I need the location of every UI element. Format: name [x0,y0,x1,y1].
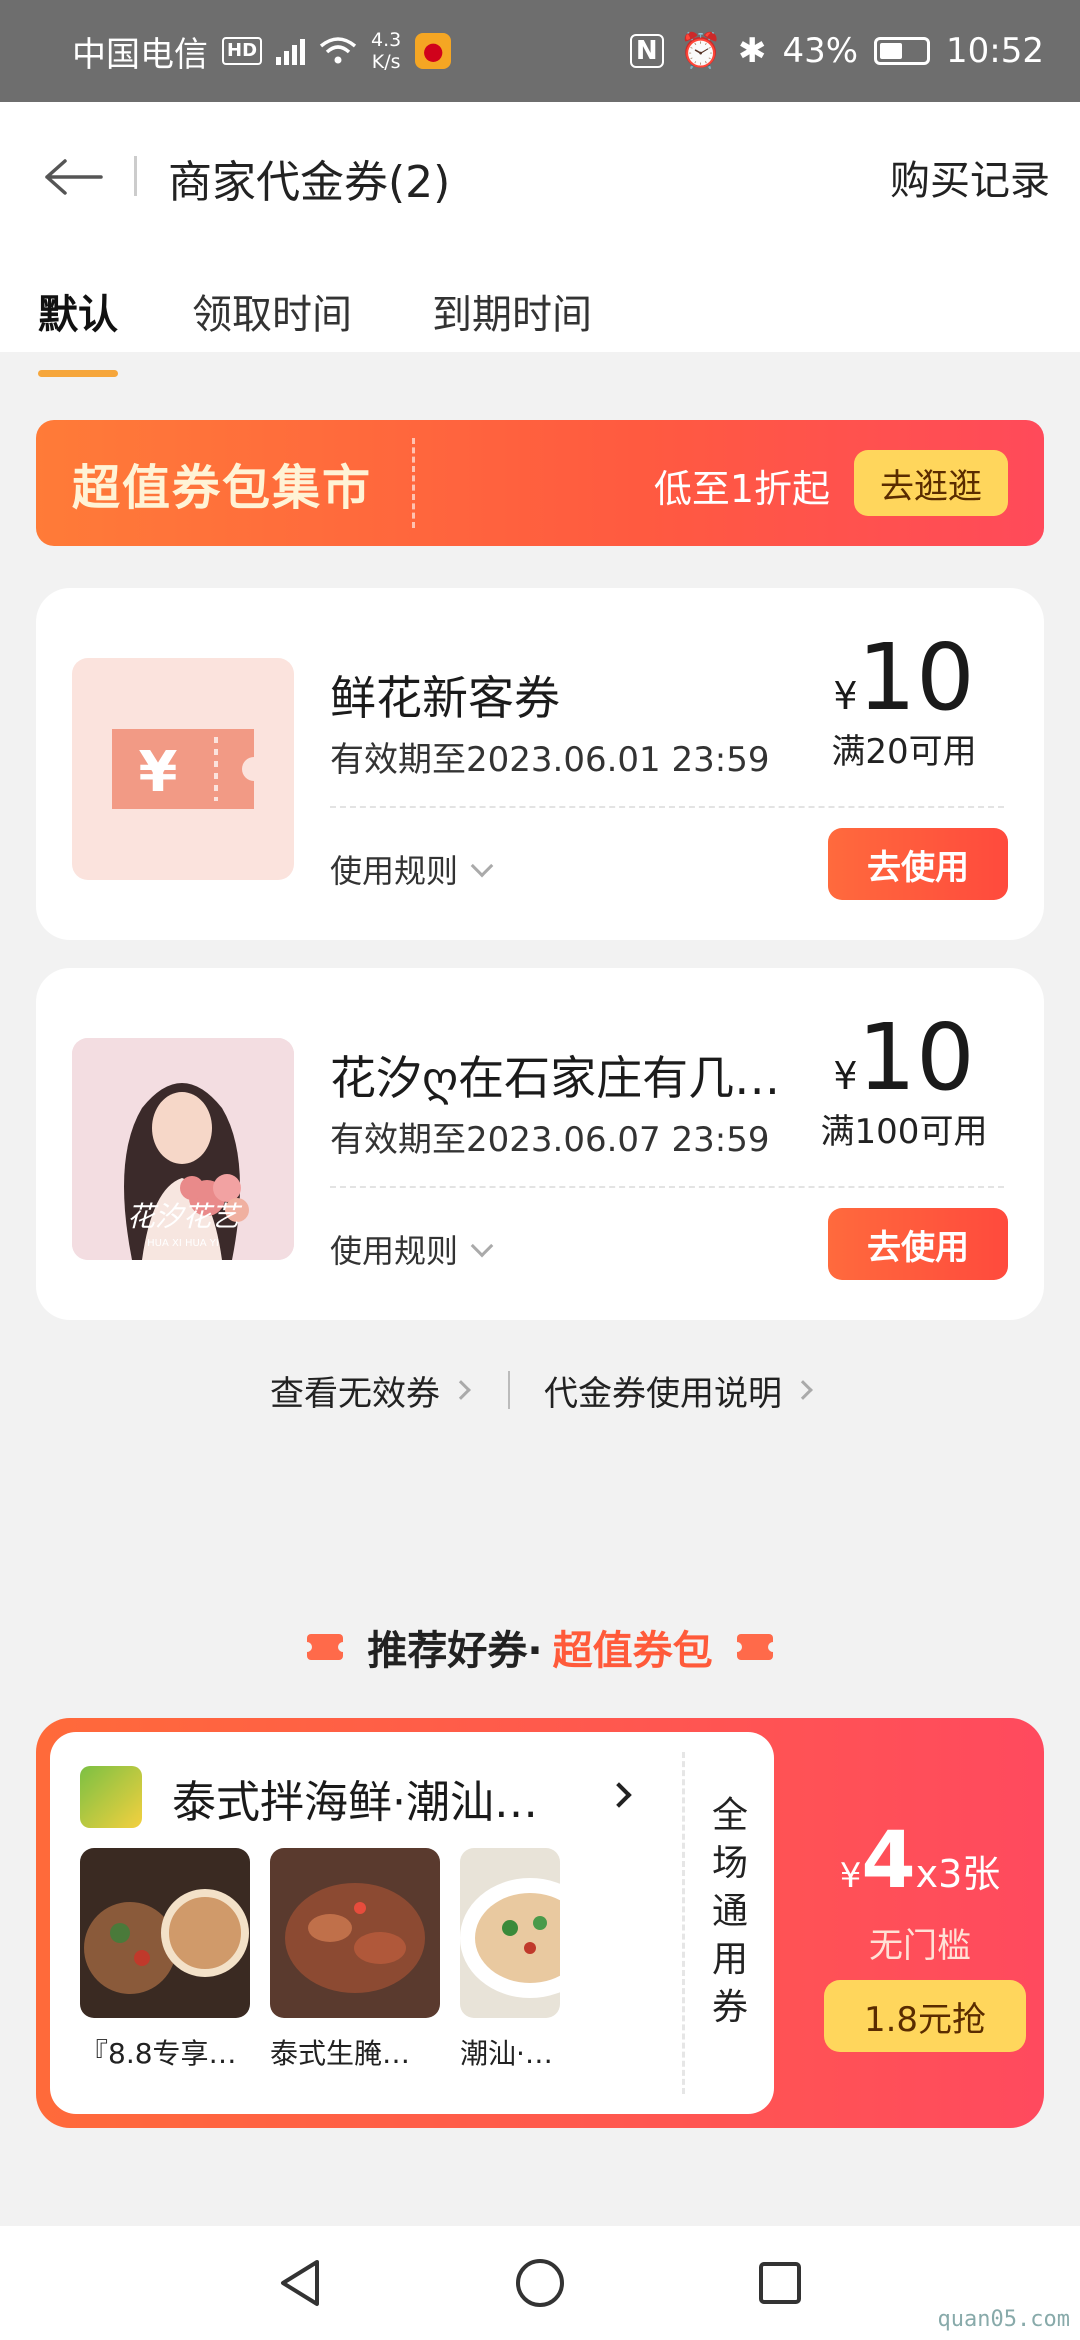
voucher-name: 鲜花新客券 [330,671,560,725]
card-divider [330,1186,1004,1188]
nav-back-icon[interactable] [272,2255,328,2311]
pack-threshold: 无门槛 [869,1926,971,1966]
carrier-label: 中国电信 [72,34,208,75]
chevron-down-icon [470,1234,494,1258]
food-image [270,1848,440,2018]
recommend-title-highlight: 超值券包 [552,1628,713,1674]
battery-icon [874,37,931,65]
signal-icon [276,37,306,65]
voucher-name: 花汐ღ在石家庄有几… [330,1051,781,1105]
battery-percent: 43% [782,31,859,71]
food-image [460,1848,560,2018]
ticket-icon [731,1634,778,1660]
pack-item-label: 泰式生腌… [270,2037,411,2070]
chevron-right-icon[interactable] [606,1782,632,1808]
view-invalid-vouchers-link[interactable]: 查看无效券 [270,1366,471,1415]
pack-items: 『8.8专享… 泰式生腌… 潮汕·腌生… [80,1848,560,2072]
nav-recents-icon[interactable] [752,2255,808,2311]
nfc-icon: N [629,34,664,68]
usage-rules-toggle[interactable]: 使用规则 [330,1226,494,1272]
use-voucher-button[interactable]: 去使用 [828,1208,1008,1280]
pack-item[interactable]: 泰式生腌… [270,1848,440,2072]
link-divider [508,1371,510,1409]
weibo-icon: ● [415,33,452,69]
market-title: 超值券包集市 [72,460,373,516]
tab-indicator [38,370,118,377]
pack-item[interactable]: 潮汕·腌生… [460,1848,560,2072]
market-subtitle: 低至1折起 [653,467,830,511]
shop-logo [80,1766,142,1828]
pack-price: ¥4x3张 [839,1816,1001,1906]
voucher-expiry: 有效期至2023.06.07 23:59 [330,1120,770,1160]
recommend-title-prefix: 推荐好券· [367,1628,543,1674]
market-browse-button[interactable]: 去逛逛 [854,450,1008,516]
chevron-right-icon [793,1380,813,1400]
svg-text:¥: ¥ [139,740,178,805]
card-divider [330,806,1004,808]
page-title: 商家代金券(2) [168,157,451,208]
tab-expiry-time[interactable]: 到期时间 [432,282,592,340]
tab-default[interactable]: 默认 [38,282,118,340]
clock: 10:52 [946,31,1044,71]
voucher-card: 花汐花艺 HUA XI HUA YI 花汐ღ在石家庄有几… 有效期至2023.0… [36,968,1044,1320]
nav-home-icon[interactable] [512,2255,568,2311]
hd-badge: HD [222,37,263,65]
chevron-right-icon [451,1380,471,1400]
usage-rules-label: 使用规则 [330,852,459,890]
voucher-condition: 满20可用 [831,732,977,772]
pack-divider [682,1752,685,2094]
usage-rules-label: 使用规则 [330,1232,459,1270]
purchase-records-link[interactable]: 购买记录 [890,148,1050,206]
voucher-amount: ¥10 [833,624,975,731]
voucher-expiry: 有效期至2023.06.01 23:59 [330,740,770,780]
voucher-amount: ¥10 [833,1004,975,1111]
pack-item[interactable]: 『8.8专享… [80,1848,250,2072]
pack-buy-button[interactable]: 1.8元抢 [824,1980,1026,2052]
chevron-down-icon [470,854,494,878]
footer-links: 查看无效券 代金券使用说明 [0,1360,1080,1420]
coupon-yen-icon: ¥ [72,658,294,880]
market-divider [412,438,415,528]
food-image [80,1848,250,2018]
voucher-card: ¥ 鲜花新客券 有效期至2023.06.01 23:59 ¥10 满20可用 使… [36,588,1044,940]
svg-text:花汐花艺: 花汐花艺 [127,1200,243,1233]
voucher-condition: 满100可用 [820,1112,988,1152]
net-speed: 4.3 K/s [371,29,402,73]
recommend-title: 推荐好券· 超值券包 [0,1618,1080,1676]
svg-text:HUA XI HUA YI: HUA XI HUA YI [147,1238,219,1249]
tab-claim-time[interactable]: 领取时间 [192,282,352,340]
wifi-icon [319,37,357,64]
coupon-market-banner[interactable]: 超值券包集市 低至1折起 去逛逛 [36,420,1044,546]
usage-rules-toggle[interactable]: 使用规则 [330,846,494,892]
sort-tabs: 默认 领取时间 到期时间 [0,282,1080,352]
back-arrow-icon[interactable] [38,142,108,212]
header: 商家代金券(2) 购买记录 默认 领取时间 到期时间 [0,102,1080,352]
alarm-icon: ⏰ [679,31,722,71]
shop-name[interactable]: 泰式拌海鲜·潮汕… [172,1766,572,1830]
coupon-pack-card[interactable]: 泰式拌海鲜·潮汕… 『8.8专享… 泰式生腌… 潮汕·腌生… [36,1718,1044,2128]
watermark: quan05.com [937,2307,1070,2332]
use-voucher-button[interactable]: 去使用 [828,828,1008,900]
status-bar: 中国电信 HD 4.3 K/s ● N ⏰ ✱ 43% 10:52 [0,0,1080,102]
instructions-label: 代金券使用说明 [544,1373,782,1414]
shop-portrait-image: 花汐花艺 HUA XI HUA YI [72,1038,294,1260]
system-nav-bar [0,2226,1080,2340]
pack-item-label: 潮汕·腌生… [460,2037,560,2070]
ticket-icon [302,1634,349,1660]
view-invalid-label: 查看无效券 [270,1373,440,1414]
pack-offer: ¥4x3张 无门槛 1.8元抢 [796,1718,1044,2128]
pack-item-label: 『8.8专享… [80,2037,237,2070]
header-divider [134,156,137,196]
bluetooth-icon: ✱ [737,31,767,71]
pack-scope-label: 全场通用券 [711,1795,748,2028]
pack-shop-panel: 泰式拌海鲜·潮汕… 『8.8专享… 泰式生腌… 潮汕·腌生… [50,1732,774,2114]
voucher-instructions-link[interactable]: 代金券使用说明 [544,1366,813,1415]
